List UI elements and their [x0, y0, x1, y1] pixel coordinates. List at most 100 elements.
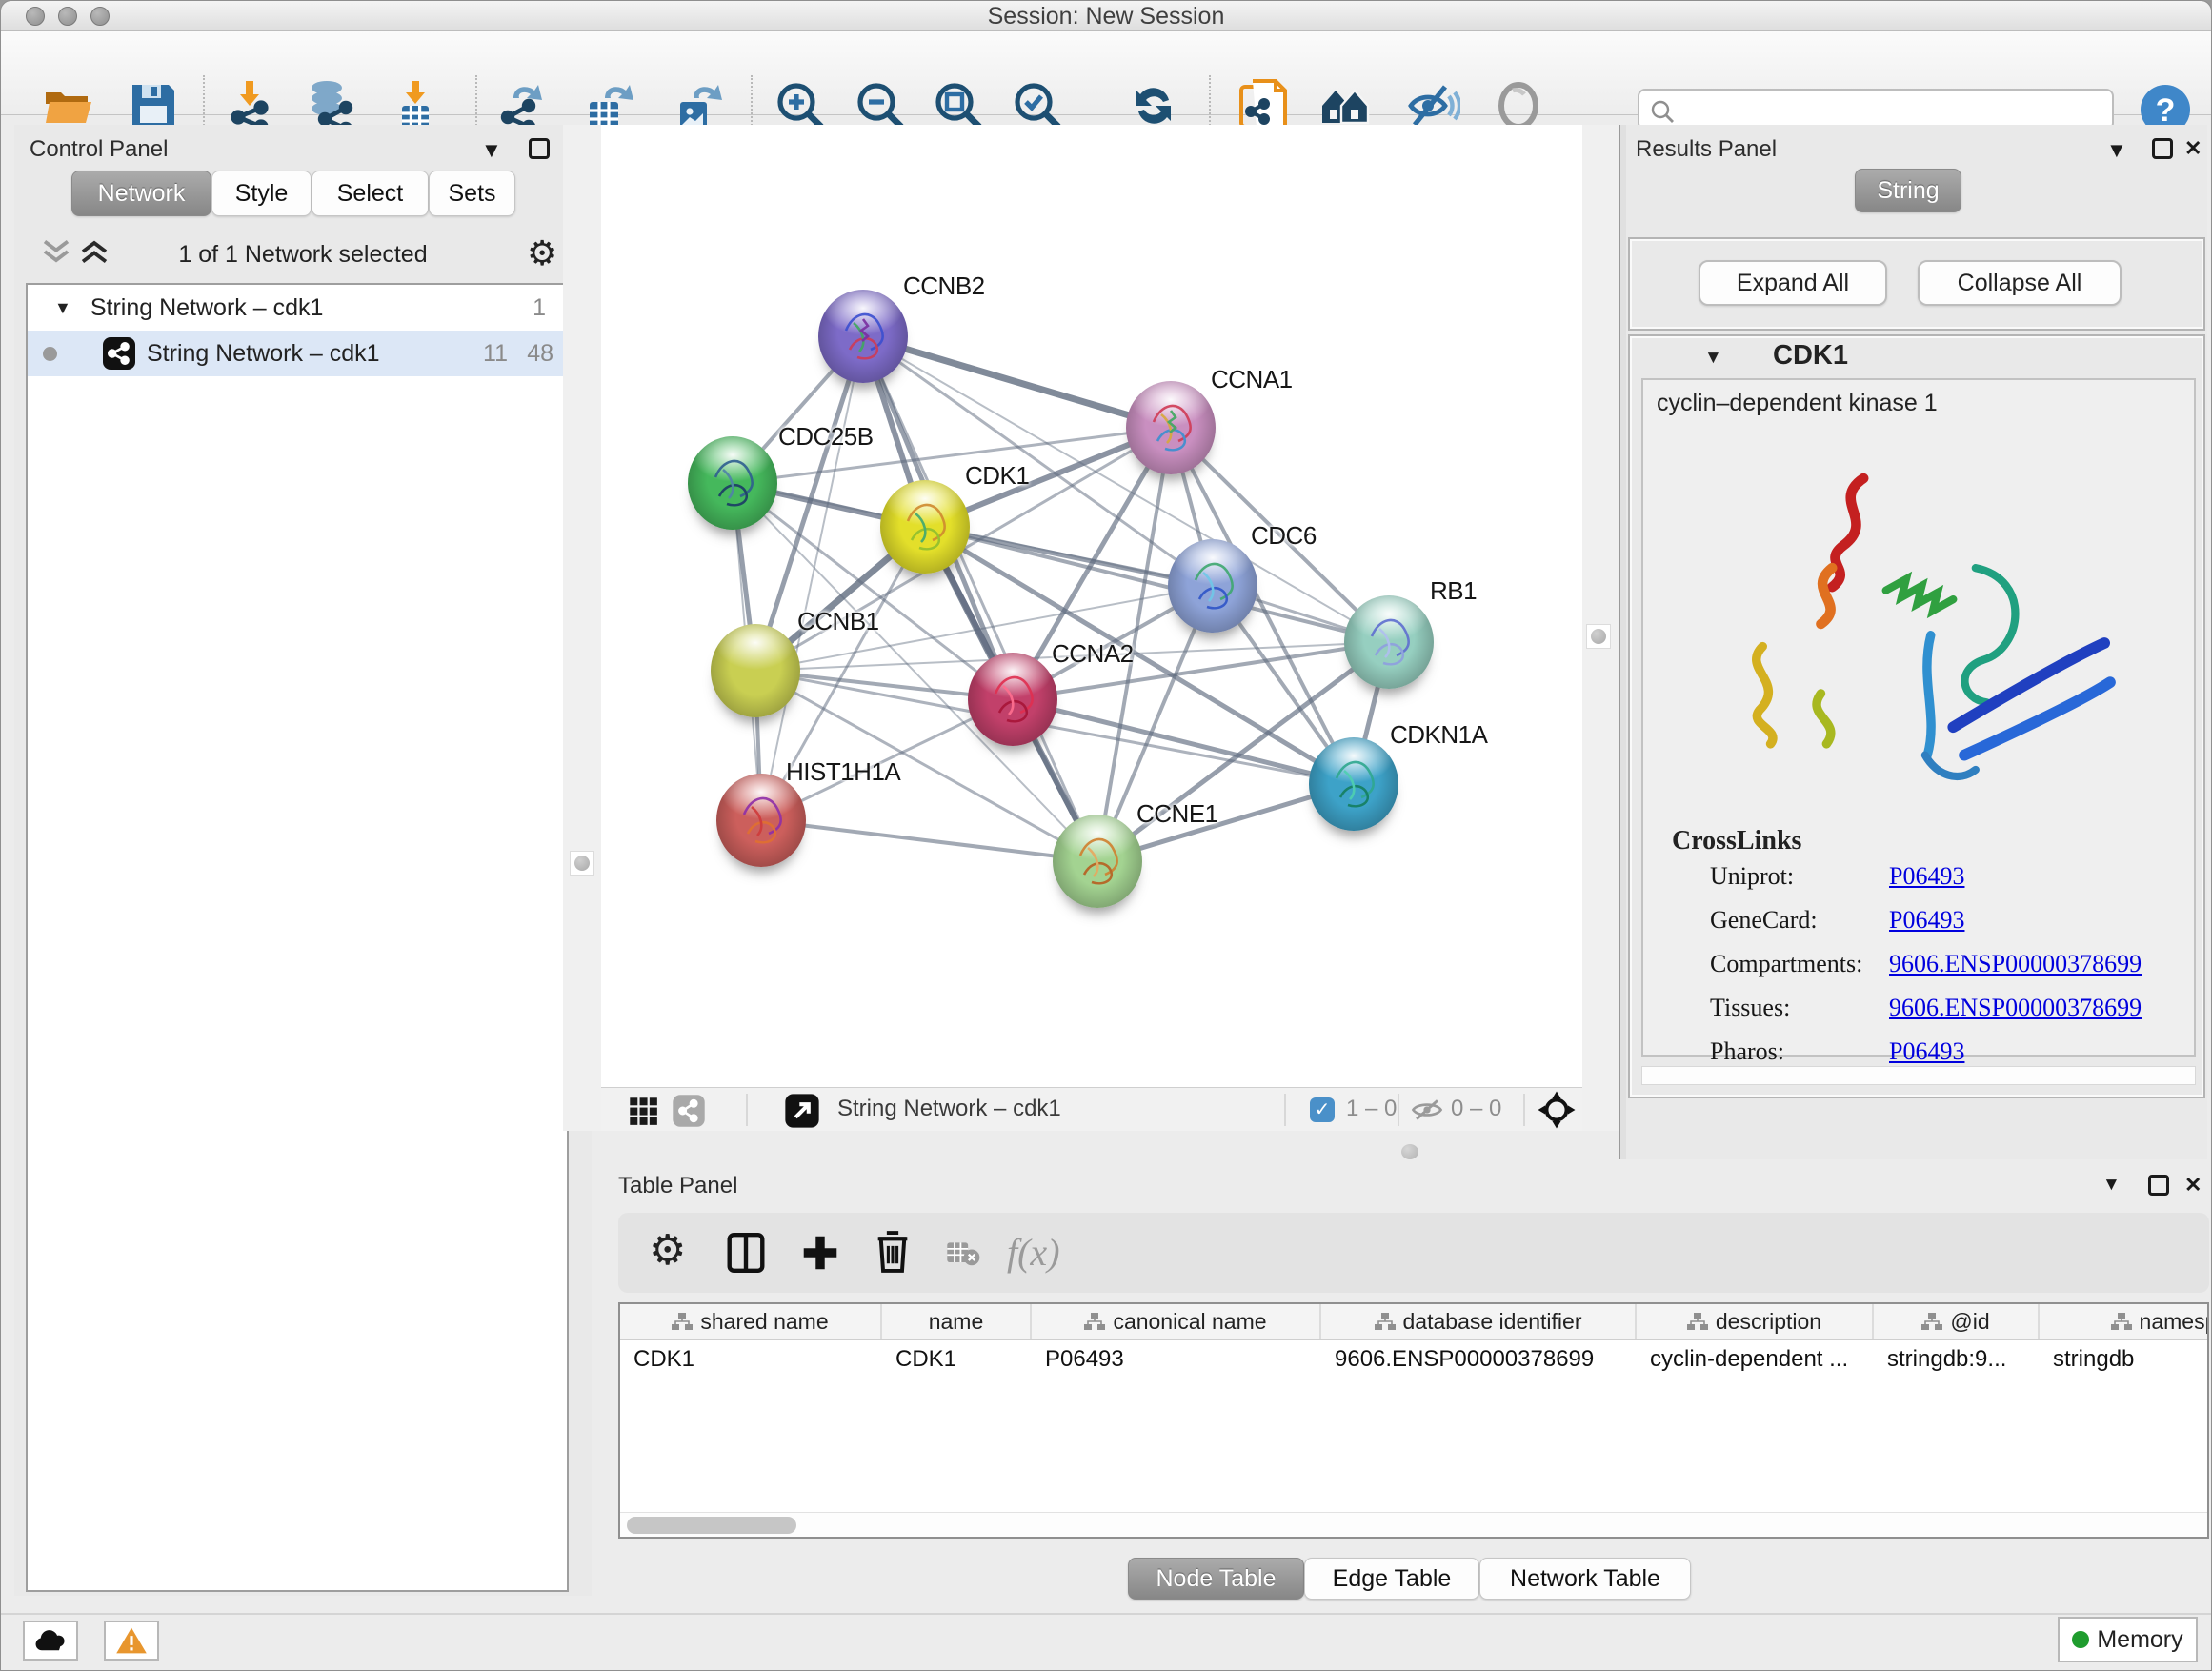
cloud-button[interactable] — [23, 1621, 78, 1661]
network-collection-row[interactable]: ▼ String Network – cdk1 1 — [28, 285, 567, 331]
node-CDK1[interactable] — [880, 480, 970, 574]
selected-nodes-checkbox[interactable]: ✓ — [1310, 1097, 1335, 1122]
warning-button[interactable] — [104, 1621, 159, 1661]
expand-all-button[interactable]: Expand All — [1699, 260, 1887, 306]
grid-view-icon[interactable] — [628, 1096, 658, 1126]
node-HIST1H1A[interactable] — [716, 774, 806, 867]
crosslinks-heading: CrossLinks — [1672, 826, 1801, 856]
protein-description: cyclin–dependent kinase 1 — [1657, 390, 1938, 417]
viewbar-network-name: String Network – cdk1 — [837, 1096, 1061, 1122]
crosslink-value-link[interactable]: P06493 — [1889, 906, 1964, 935]
crosslink-row: Compartments:9606.ENSP00000378699 — [1643, 950, 2198, 994]
left-splitter-handle[interactable] — [570, 851, 594, 876]
right-splitter-handle[interactable] — [1586, 624, 1611, 649]
float-panel-icon[interactable]: ▼ — [2102, 1175, 2121, 1196]
search-field[interactable] — [1681, 92, 2101, 127]
column-header-namespace[interactable]: namespace — [2040, 1304, 2209, 1339]
collapse-all-button[interactable]: Collapse All — [1918, 260, 2122, 306]
table-cell[interactable]: cyclin-dependent ... — [1637, 1340, 1874, 1377]
protein-thumbnail-icon — [1182, 550, 1243, 622]
left-splitter[interactable] — [563, 125, 601, 1131]
results-hscrollbar[interactable] — [1641, 1066, 2196, 1085]
table-hscrollbar-thumb[interactable] — [627, 1517, 796, 1534]
network-icon-gray[interactable] — [672, 1094, 706, 1128]
hidden-eye-icon[interactable] — [1411, 1097, 1443, 1123]
collection-count: 1 — [533, 294, 546, 322]
table-cell[interactable]: CDK1 — [882, 1340, 1032, 1377]
table-cell[interactable]: stringdb:9... — [1874, 1340, 2040, 1377]
column-header-name[interactable]: name — [882, 1304, 1032, 1339]
node-CDC25B[interactable] — [688, 436, 777, 530]
node-label-CDC25B: CDC25B — [778, 422, 874, 452]
svg-text:?: ? — [2156, 92, 2176, 129]
column-header-description[interactable]: description — [1637, 1304, 1874, 1339]
table-row[interactable]: CDK1CDK1P064939606.ENSP00000378699cyclin… — [620, 1340, 2207, 1377]
node-CCNA1[interactable] — [1126, 381, 1216, 474]
add-column-icon[interactable] — [799, 1232, 841, 1274]
column-header-shared-name[interactable]: shared name — [620, 1304, 882, 1339]
close-panel-icon[interactable]: ✕ — [2184, 136, 2202, 161]
network-canvas[interactable]: CCNB2CCNA1CDC25BCDK1CDC6RB1CCNB1CCNA2HIS… — [601, 125, 1582, 1087]
node-CCNE1[interactable] — [1053, 815, 1142, 908]
collapse-triangle-icon[interactable]: ▼ — [54, 298, 71, 318]
column-header-canonical-name[interactable]: canonical name — [1032, 1304, 1321, 1339]
tab-string[interactable]: String — [1855, 169, 1961, 212]
tab-sets[interactable]: Sets — [429, 171, 515, 216]
node-label-CCNE1: CCNE1 — [1136, 799, 1218, 829]
table-cell[interactable]: CDK1 — [620, 1340, 882, 1377]
gear-icon[interactable]: ⚙ — [527, 233, 557, 273]
horizontal-splitter-handle[interactable] — [1401, 1144, 1418, 1159]
node-CCNB1[interactable] — [711, 624, 800, 717]
protein-structure-image — [1691, 433, 2148, 815]
column-header-database-identifier[interactable]: database identifier — [1321, 1304, 1637, 1339]
crosslink-value-link[interactable]: 9606.ENSP00000378699 — [1889, 950, 2142, 978]
close-panel-icon[interactable]: ✕ — [2184, 1173, 2202, 1198]
maximize-panel-icon[interactable] — [2148, 1175, 2169, 1196]
crosslink-value-link[interactable]: P06493 — [1889, 862, 1964, 891]
node-table[interactable]: shared namenamecanonical namedatabase id… — [618, 1302, 2209, 1539]
function-builder-icon[interactable]: f(x) — [1007, 1230, 1060, 1275]
network-row[interactable]: String Network – cdk1 11 48 — [28, 331, 567, 376]
tab-node-table[interactable]: Node Table — [1128, 1558, 1304, 1600]
float-panel-icon[interactable]: ▼ — [2106, 138, 2127, 163]
node-CCNB2[interactable] — [818, 290, 908, 383]
select-columns-icon[interactable] — [725, 1232, 767, 1274]
column-header-@id[interactable]: @id — [1874, 1304, 2040, 1339]
crosslink-value-link[interactable]: 9606.ENSP00000378699 — [1889, 994, 2142, 1022]
maximize-panel-icon[interactable] — [529, 138, 550, 159]
birds-eye-view-icon[interactable] — [784, 1093, 820, 1129]
node-CCNA2[interactable] — [968, 653, 1057, 746]
right-splitter[interactable] — [1582, 125, 1619, 1131]
node-CDKN1A[interactable] — [1309, 737, 1398, 831]
table-hscrollbar[interactable] — [620, 1512, 2207, 1537]
memory-button[interactable]: Memory — [2058, 1617, 2198, 1662]
tab-network[interactable]: Network — [71, 171, 211, 216]
crosslink-value-link[interactable]: P06493 — [1889, 1037, 1964, 1066]
app-window: Session: New Session ? Control Panel ▼ — [0, 0, 2212, 1671]
node-label-RB1: RB1 — [1430, 576, 1477, 606]
float-panel-icon[interactable]: ▼ — [481, 138, 502, 163]
current-network-dot-icon — [43, 347, 57, 361]
section-collapse-icon[interactable]: ▼ — [1704, 348, 1722, 369]
table-cell[interactable]: P06493 — [1032, 1340, 1321, 1377]
delete-table-icon[interactable] — [946, 1239, 980, 1268]
tab-select[interactable]: Select — [312, 171, 429, 216]
table-gear-icon[interactable]: ⚙ — [649, 1226, 686, 1275]
crosslink-label: GeneCard: — [1710, 906, 1818, 935]
protein-thumbnail-icon — [833, 300, 894, 372]
delete-column-icon[interactable] — [872, 1230, 914, 1274]
protein-thumbnail-icon — [1358, 606, 1419, 678]
results-buttons-box: Expand All Collapse All — [1628, 237, 2205, 331]
maximize-panel-icon[interactable] — [2152, 138, 2173, 159]
tab-edge-table[interactable]: Edge Table — [1304, 1558, 1479, 1600]
fit-selected-crosshair-icon[interactable] — [1537, 1090, 1577, 1130]
table-panel: Table Panel ▼ ✕ ⚙ f(x) shared namenameca… — [603, 1159, 2212, 1613]
table-cell[interactable]: stringdb — [2040, 1340, 2209, 1377]
tab-network-table[interactable]: Network Table — [1479, 1558, 1691, 1600]
table-cell[interactable]: 9606.ENSP00000378699 — [1321, 1340, 1637, 1377]
table-toolbar: ⚙ f(x) — [618, 1213, 2209, 1293]
node-CDC6[interactable] — [1168, 539, 1257, 633]
node-RB1[interactable] — [1344, 595, 1434, 689]
search-icon — [1649, 98, 1676, 125]
tab-style[interactable]: Style — [211, 171, 312, 216]
